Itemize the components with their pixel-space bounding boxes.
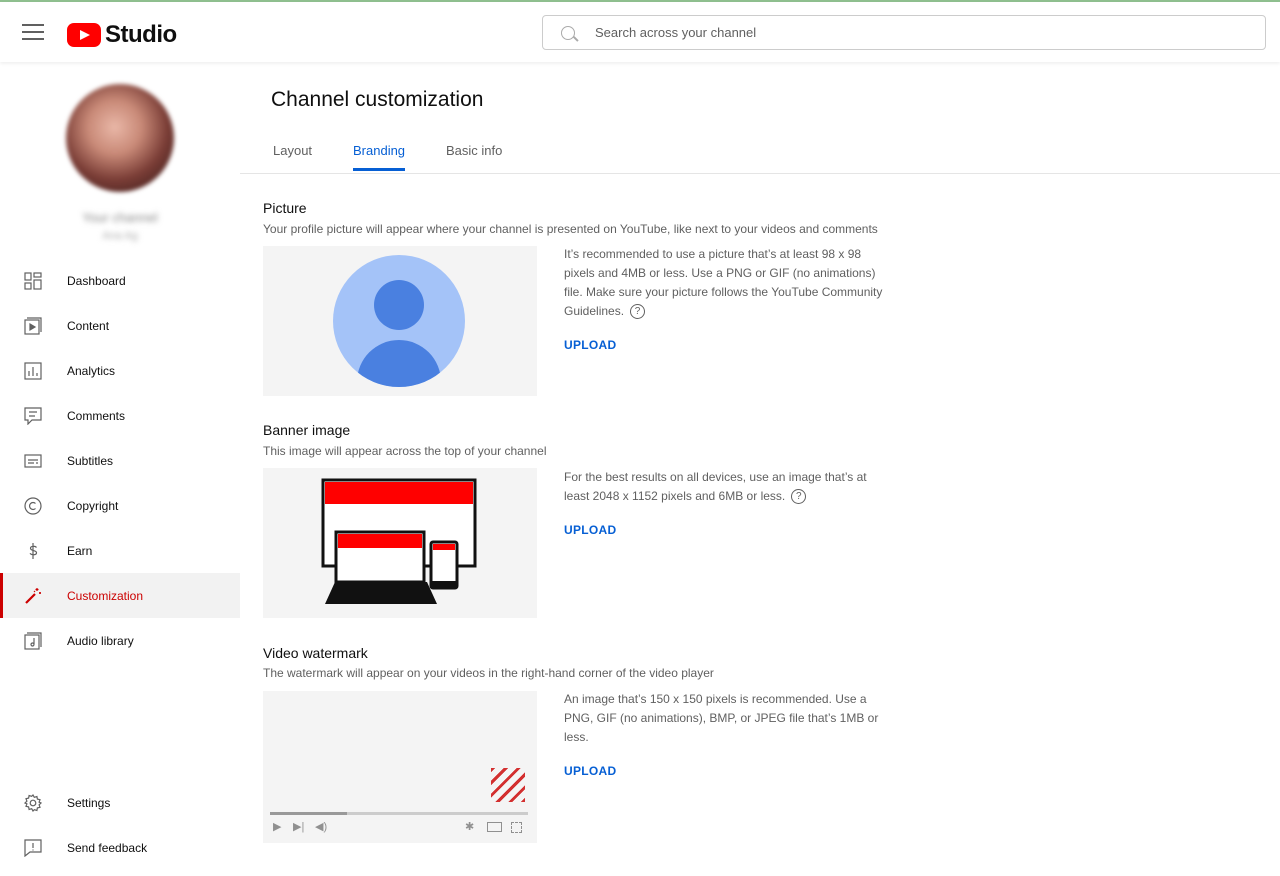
channel-handle: Ana Ag bbox=[102, 230, 138, 242]
profile-picture-preview bbox=[263, 246, 537, 396]
gear-icon bbox=[24, 793, 42, 812]
comments-icon bbox=[24, 406, 42, 425]
sidebar-item-label: Settings bbox=[67, 795, 111, 810]
watermark-placeholder-icon bbox=[491, 768, 525, 802]
magic-wand-icon bbox=[24, 587, 42, 605]
sidebar-item-label: Comments bbox=[67, 408, 126, 423]
channel-name: Your channel bbox=[82, 210, 158, 225]
picture-info: It’s recommended to use a picture that’s… bbox=[564, 245, 884, 321]
main-content: Channel customization Layout Branding Ba… bbox=[240, 64, 1280, 876]
devices-illustration-icon bbox=[321, 478, 477, 604]
watermark-section-title: Video watermark bbox=[263, 645, 368, 661]
analytics-icon bbox=[24, 361, 42, 380]
studio-logo[interactable]: Studio bbox=[67, 21, 177, 49]
top-bar: Studio bbox=[0, 2, 1280, 62]
copyright-icon bbox=[24, 496, 42, 515]
sidebar: Your channel Ana Ag Dashboard Content An… bbox=[0, 64, 240, 876]
picture-section-title: Picture bbox=[263, 200, 307, 216]
sidebar-item-content[interactable]: Content bbox=[0, 303, 240, 348]
sidebar-item-label: Earn bbox=[67, 543, 93, 558]
player-progress-bar bbox=[270, 812, 528, 815]
next-icon: ▶| bbox=[293, 821, 305, 833]
sidebar-item-label: Content bbox=[67, 318, 110, 333]
sidebar-item-label: Customization bbox=[67, 588, 144, 603]
help-icon[interactable]: ? bbox=[791, 489, 807, 505]
volume-icon: ◀) bbox=[315, 821, 328, 833]
content-icon bbox=[24, 316, 42, 335]
feedback-icon bbox=[24, 838, 42, 857]
banner-section-title: Banner image bbox=[263, 422, 351, 438]
channel-avatar[interactable] bbox=[66, 84, 174, 192]
tab-layout[interactable]: Layout bbox=[273, 143, 312, 171]
picture-upload-button[interactable]: UPLOAD bbox=[564, 338, 616, 352]
search-input[interactable] bbox=[595, 16, 1255, 49]
fullscreen-icon bbox=[511, 822, 522, 833]
watermark-section-description: The watermark will appear on your videos… bbox=[263, 666, 714, 680]
sidebar-item-analytics[interactable]: Analytics bbox=[0, 348, 240, 393]
sidebar-item-label: Send feedback bbox=[67, 840, 148, 855]
sidebar-item-label: Copyright bbox=[67, 498, 119, 513]
subtitles-icon bbox=[24, 452, 42, 470]
watermark-info-text: An image that’s 150 x 150 pixels is reco… bbox=[564, 692, 879, 744]
tab-branding[interactable]: Branding bbox=[353, 143, 406, 171]
gear-icon: ✱ bbox=[465, 821, 475, 833]
banner-upload-button[interactable]: UPLOAD bbox=[564, 523, 616, 537]
search-box[interactable] bbox=[542, 15, 1266, 50]
page-title: Channel customization bbox=[271, 88, 484, 111]
watermark-upload-button[interactable]: UPLOAD bbox=[564, 764, 616, 778]
sidebar-item-label: Subtitles bbox=[67, 453, 114, 468]
banner-info-text: For the best results on all devices, use… bbox=[564, 470, 867, 503]
sidebar-item-label: Audio library bbox=[67, 633, 134, 648]
help-icon[interactable]: ? bbox=[630, 304, 646, 320]
dollar-icon bbox=[24, 542, 42, 560]
sidebar-item-audio-library[interactable]: Audio library bbox=[0, 618, 240, 663]
banner-preview bbox=[263, 468, 537, 618]
sidebar-item-copyright[interactable]: Copyright bbox=[0, 483, 240, 528]
dashboard-icon bbox=[24, 271, 42, 290]
sidebar-item-label: Analytics bbox=[67, 363, 116, 378]
theater-mode-icon bbox=[487, 822, 502, 832]
sidebar-item-comments[interactable]: Comments bbox=[0, 393, 240, 438]
search-icon bbox=[561, 26, 575, 40]
sidebar-item-dashboard[interactable]: Dashboard bbox=[0, 258, 240, 303]
sidebar-item-settings[interactable]: Settings bbox=[0, 780, 240, 825]
default-avatar-icon bbox=[333, 255, 465, 387]
watermark-preview: ▶ ▶| ◀) ✱ bbox=[263, 691, 537, 843]
sidebar-item-label: Dashboard bbox=[67, 273, 126, 288]
sidebar-item-earn[interactable]: Earn bbox=[0, 528, 240, 573]
tab-bar: Layout Branding Basic info bbox=[240, 133, 1280, 174]
menu-icon[interactable] bbox=[22, 24, 44, 40]
sidebar-item-customization[interactable]: Customization bbox=[0, 573, 240, 618]
banner-section-description: This image will appear across the top of… bbox=[263, 444, 547, 458]
sidebar-item-subtitles[interactable]: Subtitles bbox=[0, 438, 240, 483]
sidebar-item-send-feedback[interactable]: Send feedback bbox=[0, 825, 240, 870]
youtube-logo-icon bbox=[67, 23, 101, 47]
play-icon: ▶ bbox=[273, 821, 282, 833]
picture-info-text: It’s recommended to use a picture that’s… bbox=[564, 247, 883, 318]
audio-library-icon bbox=[24, 631, 42, 650]
picture-section-description: Your profile picture will appear where y… bbox=[263, 222, 878, 236]
banner-info: For the best results on all devices, use… bbox=[564, 468, 884, 506]
logo-text: Studio bbox=[105, 21, 177, 48]
tab-basic-info[interactable]: Basic info bbox=[446, 143, 502, 171]
watermark-info: An image that’s 150 x 150 pixels is reco… bbox=[564, 690, 884, 747]
